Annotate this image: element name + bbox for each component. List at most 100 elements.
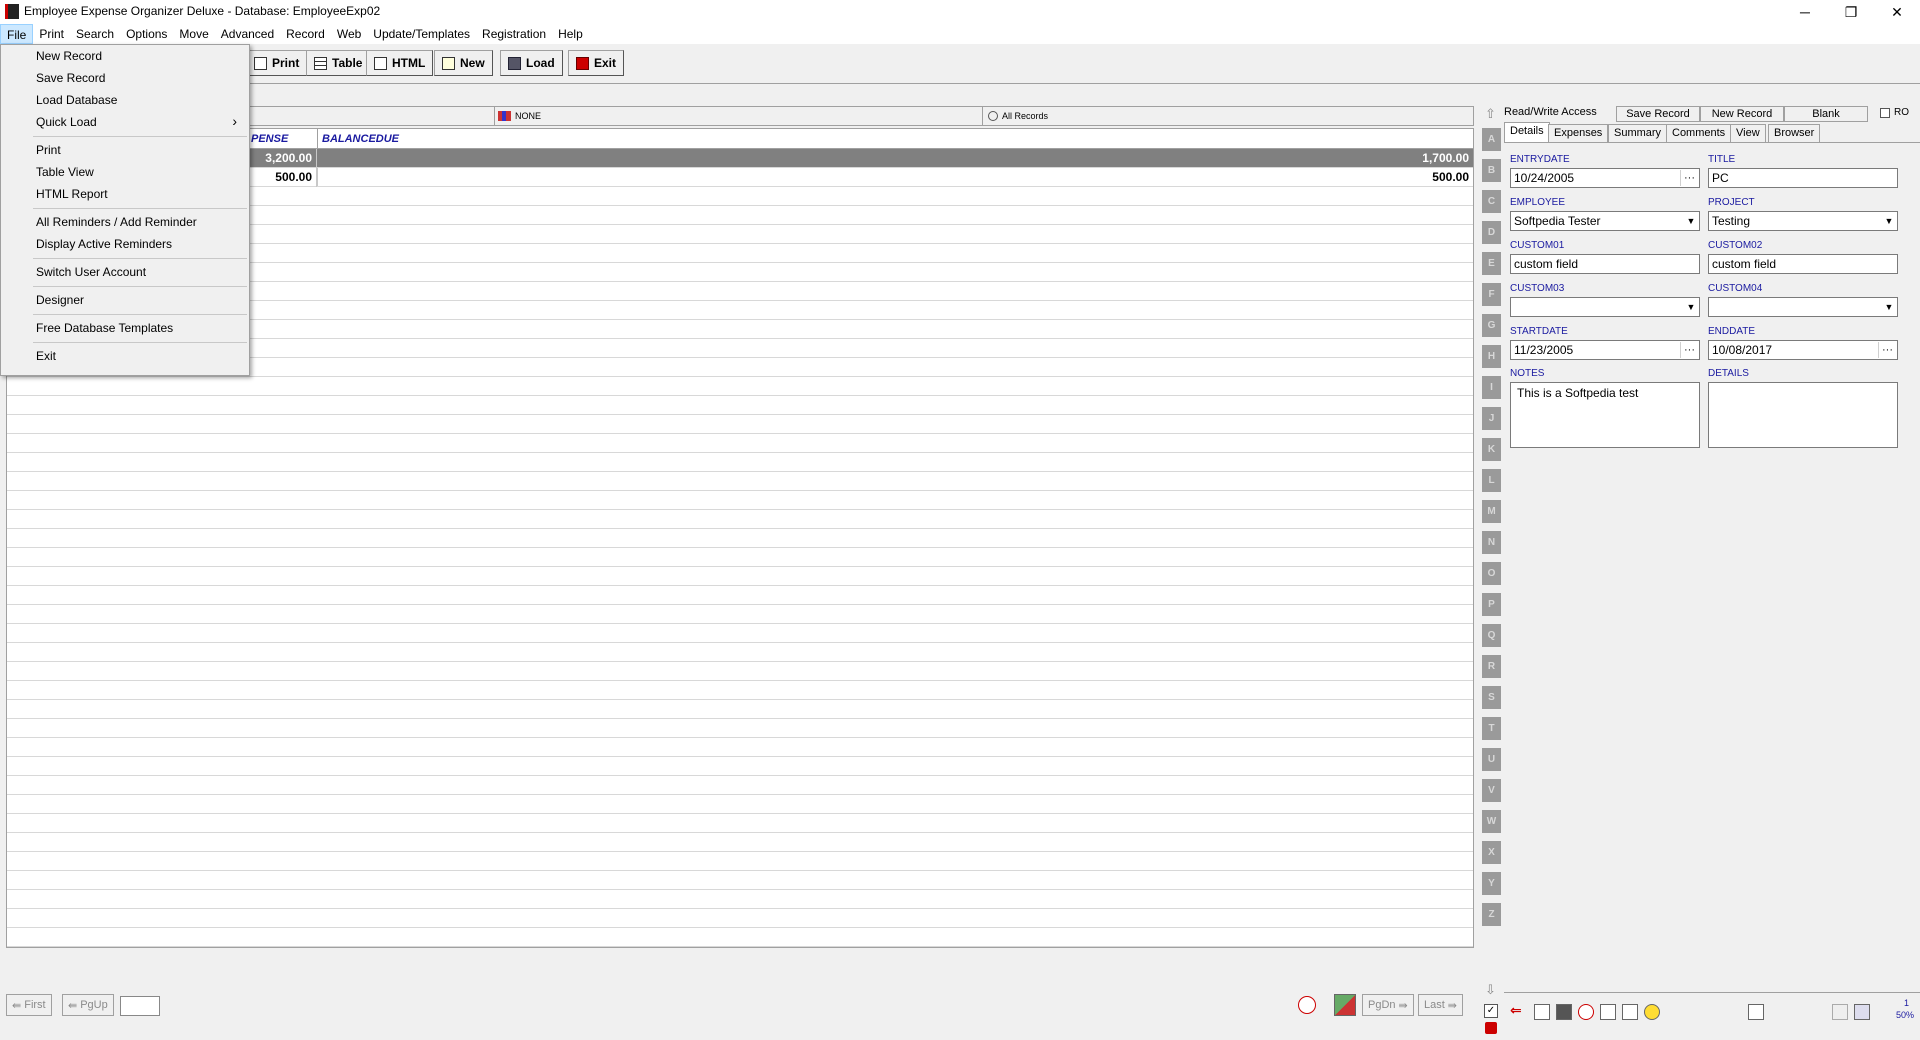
alpha-letter-o[interactable]: O [1482, 562, 1501, 588]
menu-designer[interactable]: Designer [2, 289, 249, 311]
load-button[interactable]: Load [500, 50, 563, 76]
tab-browser[interactable]: Browser [1768, 124, 1821, 142]
title-field[interactable]: PC [1708, 168, 1898, 188]
menu-web[interactable]: Web [331, 24, 367, 44]
alpha-letter-f[interactable]: F [1482, 283, 1501, 309]
filter-all-records[interactable]: All Records [983, 107, 1473, 125]
tab-expenses[interactable]: Expenses [1548, 124, 1609, 142]
restore-button[interactable]: ❐ [1828, 0, 1874, 24]
alpha-letter-u[interactable]: U [1482, 748, 1501, 774]
exit-button[interactable]: Exit [568, 50, 625, 76]
print-button[interactable]: Print [246, 50, 308, 76]
menu-move[interactable]: Move [173, 24, 214, 44]
date-picker-icon[interactable]: ··· [1680, 342, 1698, 358]
close-button[interactable]: ✕ [1874, 0, 1920, 24]
trash-icon[interactable] [1556, 1004, 1572, 1020]
project-select[interactable]: Testing ▼ [1708, 211, 1898, 231]
tab-details[interactable]: Details [1504, 122, 1550, 142]
pgup-button[interactable]: ⇚ PgUp [62, 994, 114, 1016]
alpha-letter-g[interactable]: G [1482, 314, 1501, 340]
entrydate-field[interactable]: 10/24/2005 ··· [1510, 168, 1700, 188]
lightbulb-icon[interactable] [1644, 1004, 1660, 1020]
save-record-button[interactable]: Save Record [1616, 106, 1700, 122]
alpha-letter-a[interactable]: A [1482, 128, 1501, 154]
copy-record-icon[interactable] [1600, 1004, 1616, 1020]
menu-options[interactable]: Options [120, 24, 173, 44]
custom01-field[interactable]: custom field [1510, 254, 1700, 274]
new-record-button[interactable]: New Record [1700, 106, 1784, 122]
alpha-letter-c[interactable]: C [1482, 190, 1501, 216]
menu-record[interactable]: Record [280, 24, 331, 44]
first-button[interactable]: ⇚ First [6, 994, 52, 1016]
date-picker-icon[interactable]: ··· [1878, 342, 1896, 358]
check-icon[interactable]: ✓ [1484, 1004, 1498, 1018]
html-button[interactable]: HTML [366, 50, 434, 76]
employee-select[interactable]: Softpedia Tester ▼ [1510, 211, 1700, 231]
color-grid-icon[interactable] [1334, 994, 1356, 1016]
alpha-letter-m[interactable]: M [1482, 500, 1501, 526]
next-record-icon[interactable] [1854, 1004, 1870, 1020]
menu-save-record[interactable]: Save Record [2, 67, 249, 89]
menu-new-record[interactable]: New Record [2, 45, 249, 67]
menu-advanced[interactable]: Advanced [215, 24, 280, 44]
menu-update-templates[interactable]: Update/Templates [367, 24, 476, 44]
chevron-down-icon[interactable]: ▼ [1881, 298, 1897, 316]
alpha-letter-d[interactable]: D [1482, 221, 1501, 247]
alpha-letter-h[interactable]: H [1482, 345, 1501, 371]
alpha-letter-l[interactable]: L [1482, 469, 1501, 495]
alpha-letter-t[interactable]: T [1482, 717, 1501, 743]
menu-html-report[interactable]: HTML Report [2, 183, 249, 205]
new-button[interactable]: New [434, 50, 493, 76]
custom03-select[interactable]: ▼ [1510, 297, 1700, 317]
menu-switch-user[interactable]: Switch User Account [2, 261, 249, 283]
menu-file[interactable]: File [0, 24, 34, 44]
chevron-down-icon[interactable]: ▼ [1881, 212, 1897, 230]
menu-exit[interactable]: Exit [2, 345, 249, 367]
tab-comments[interactable]: Comments [1666, 124, 1732, 142]
alpha-letter-k[interactable]: K [1482, 438, 1501, 464]
menu-print[interactable]: Print [33, 24, 70, 44]
date-picker-icon[interactable]: ··· [1680, 170, 1698, 186]
previous-record-icon[interactable] [1832, 1004, 1848, 1020]
tab-view[interactable]: View [1730, 124, 1766, 142]
details-textarea[interactable] [1708, 382, 1898, 448]
scroll-up-arrow-icon[interactable]: ⇧ [1485, 106, 1496, 122]
alert-icon[interactable] [1485, 1022, 1497, 1034]
menu-registration[interactable]: Registration [476, 24, 552, 44]
alpha-letter-r[interactable]: R [1482, 655, 1501, 681]
alpha-letter-w[interactable]: W [1482, 810, 1501, 836]
column-header-balancedue[interactable]: BALANCEDUE [318, 129, 1473, 149]
record-tool-icon[interactable] [1622, 1004, 1638, 1020]
menu-search[interactable]: Search [70, 24, 120, 44]
alpha-letter-e[interactable]: E [1482, 252, 1501, 278]
alpha-letter-n[interactable]: N [1482, 531, 1501, 557]
chevron-down-icon[interactable]: ▼ [1683, 298, 1699, 316]
alpha-letter-s[interactable]: S [1482, 686, 1501, 712]
alpha-letter-q[interactable]: Q [1482, 624, 1501, 650]
chevron-down-icon[interactable]: ▼ [1683, 212, 1699, 230]
menu-help[interactable]: Help [552, 24, 589, 44]
menu-all-reminders[interactable]: All Reminders / Add Reminder [2, 211, 249, 233]
tab-summary[interactable]: Summary [1608, 124, 1668, 142]
alpha-letter-y[interactable]: Y [1482, 872, 1501, 898]
notes-textarea[interactable]: This is a Softpedia test [1510, 382, 1700, 448]
menu-quick-load[interactable]: Quick Load › [2, 111, 249, 133]
alpha-letter-b[interactable]: B [1482, 159, 1501, 185]
blank-button[interactable]: Blank [1784, 106, 1868, 122]
last-button[interactable]: Last ⇛ [1418, 994, 1464, 1016]
alpha-letter-x[interactable]: X [1482, 841, 1501, 867]
table-button[interactable]: Table [306, 50, 371, 76]
refresh-icon[interactable] [1578, 1004, 1594, 1020]
menu-free-templates[interactable]: Free Database Templates [2, 317, 249, 339]
pgdn-button[interactable]: PgDn ⇛ [1362, 994, 1414, 1016]
minimize-button[interactable]: ─ [1782, 0, 1828, 24]
menu-display-active-reminders[interactable]: Display Active Reminders [2, 233, 249, 255]
record-number-input[interactable] [120, 996, 160, 1016]
back-arrow-icon[interactable]: ⇐ [1510, 1002, 1522, 1019]
enddate-field[interactable]: 10/08/2017 ··· [1708, 340, 1898, 360]
scroll-down-arrow-icon[interactable]: ⇩ [1485, 982, 1496, 998]
menu-load-database[interactable]: Load Database [2, 89, 249, 111]
refresh-icon[interactable] [1298, 996, 1316, 1014]
alpha-letter-j[interactable]: J [1482, 407, 1501, 433]
alpha-letter-i[interactable]: I [1482, 376, 1501, 402]
